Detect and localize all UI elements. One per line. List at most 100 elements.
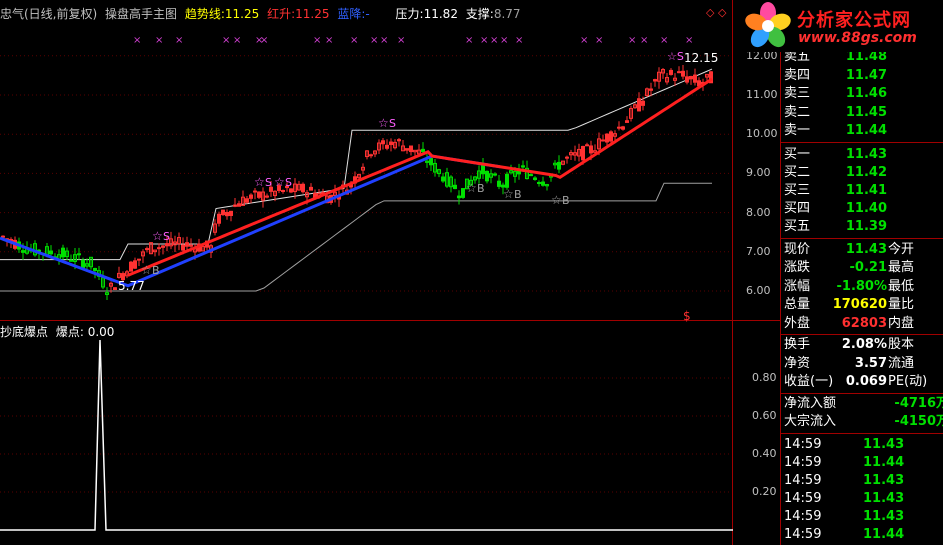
stat-label2: 今开 bbox=[888, 241, 915, 257]
candle bbox=[489, 169, 493, 184]
candle bbox=[645, 87, 649, 98]
candle bbox=[649, 82, 653, 97]
ask-row: 卖一 11.44 bbox=[781, 122, 943, 140]
x-signal-marker: × bbox=[155, 35, 163, 46]
bid-price: 11.40 bbox=[845, 201, 887, 217]
price-tick: 10.00 bbox=[746, 127, 778, 141]
signal-label: B bbox=[152, 264, 160, 277]
stat-label2: 股本 bbox=[888, 337, 915, 352]
tick-row: 14:59 11.43 bbox=[781, 436, 943, 454]
stat-value: -0.21 bbox=[849, 260, 887, 275]
diamond-icons[interactable]: ◇ ◇ bbox=[706, 6, 727, 19]
candle bbox=[173, 235, 177, 252]
logo-text: 分析家公式网 bbox=[797, 10, 911, 31]
tick-time: 14:59 bbox=[784, 508, 822, 524]
ask-price: 11.45 bbox=[845, 104, 887, 120]
sub-label: 爆点: bbox=[55, 325, 84, 339]
bid-label: 买四 bbox=[784, 201, 811, 217]
support-label: 支撑: bbox=[465, 7, 494, 21]
bid-price: 11.41 bbox=[845, 182, 887, 198]
tick-price: 11.44 bbox=[863, 454, 905, 470]
candle bbox=[133, 257, 137, 270]
x-signal-marker: × bbox=[685, 35, 693, 46]
candle bbox=[481, 157, 485, 179]
ask-price: 11.46 bbox=[845, 86, 887, 101]
bid-row: 买四 11.40 bbox=[781, 200, 943, 218]
x-signal-marker: × bbox=[370, 35, 378, 46]
ask-label: 卖一 bbox=[784, 123, 811, 138]
candle bbox=[301, 182, 305, 194]
candle bbox=[669, 68, 673, 76]
trend-line-down bbox=[0, 154, 501, 288]
flow-label: 净流入额 bbox=[784, 395, 837, 411]
pressure-value: 11.82 bbox=[423, 7, 458, 21]
stat-row: 换手 2.08% 股本 bbox=[781, 336, 943, 354]
x-signal-marker: × bbox=[380, 35, 388, 46]
stat-label2: 内盘 bbox=[888, 315, 915, 331]
bid-row: 买三 11.41 bbox=[781, 182, 943, 200]
support-line bbox=[0, 182, 712, 292]
ask-row: 卖三 11.46 bbox=[781, 85, 943, 103]
candle bbox=[245, 196, 249, 205]
bid-price: 11.42 bbox=[845, 164, 887, 180]
candle bbox=[129, 260, 133, 272]
sub-chart-header: 抄底爆点 爆点: 0.00 bbox=[0, 323, 114, 340]
blue-value: - bbox=[365, 7, 370, 21]
ask-label: 卖二 bbox=[784, 104, 811, 120]
site-logo[interactable]: 分析家公式网 www.88gs.com bbox=[740, 0, 943, 52]
flow-label: 大宗流入 bbox=[784, 414, 837, 429]
x-signal-marker: × bbox=[313, 35, 321, 46]
x-signal-marker: × bbox=[490, 35, 498, 46]
candle bbox=[417, 144, 421, 155]
x-signal-marker: × bbox=[580, 35, 588, 46]
candle bbox=[89, 256, 93, 270]
x-signal-marker: × bbox=[515, 35, 523, 46]
candle bbox=[105, 287, 109, 300]
candle bbox=[461, 188, 465, 199]
tick-time: 14:59 bbox=[784, 526, 822, 542]
signal-star-icon: ☆ bbox=[466, 181, 477, 195]
stat-row: 净资 3.57 流通 bbox=[781, 355, 943, 373]
tick-price: 11.44 bbox=[863, 526, 905, 542]
logo-url: www.88gs.com bbox=[798, 30, 917, 46]
stat-label: 总量 bbox=[784, 297, 811, 312]
candle bbox=[217, 211, 221, 227]
candle bbox=[113, 287, 117, 291]
candle bbox=[249, 193, 253, 204]
sub-title: 抄底爆点 bbox=[0, 325, 49, 339]
candle bbox=[681, 65, 685, 80]
tick-time: 14:59 bbox=[784, 472, 822, 488]
candle bbox=[365, 150, 369, 160]
candle bbox=[553, 160, 557, 169]
x-signal-marker: × bbox=[350, 35, 358, 46]
main-chart-header: 忠气(日线,前复权) 操盘高手主图 趋势线:11.25 红升:11.25 蓝降:… bbox=[0, 5, 525, 21]
bid-row: 买二 11.42 bbox=[781, 164, 943, 182]
candle bbox=[621, 125, 625, 131]
candle bbox=[661, 68, 665, 79]
candle bbox=[237, 200, 241, 207]
tick-price: 11.43 bbox=[863, 472, 905, 488]
signal-star-icon: ☆ bbox=[503, 187, 514, 201]
stat-label2: 量比 bbox=[888, 297, 915, 312]
candle bbox=[561, 160, 565, 166]
sub-tick: 0.20 bbox=[752, 485, 777, 498]
candle bbox=[497, 174, 501, 190]
stat-row: 外盘 62803 内盘 bbox=[781, 315, 943, 333]
candle bbox=[421, 142, 425, 154]
sub-tick: 0.40 bbox=[752, 447, 777, 460]
candle bbox=[565, 155, 569, 164]
candle bbox=[373, 150, 377, 158]
x-signal-marker: × bbox=[397, 35, 405, 46]
support-value: 8.77 bbox=[493, 7, 521, 21]
candle bbox=[625, 116, 629, 123]
candle bbox=[545, 183, 549, 191]
x-signal-marker: × bbox=[233, 35, 241, 46]
price-tick: 7.00 bbox=[746, 244, 771, 258]
candle bbox=[117, 266, 121, 279]
candle bbox=[149, 242, 153, 255]
bid-label: 买二 bbox=[784, 164, 811, 180]
bid-label: 买五 bbox=[784, 219, 811, 235]
trend-line-up bbox=[127, 77, 713, 277]
tick-time: 14:59 bbox=[784, 436, 822, 452]
candle bbox=[77, 247, 81, 260]
